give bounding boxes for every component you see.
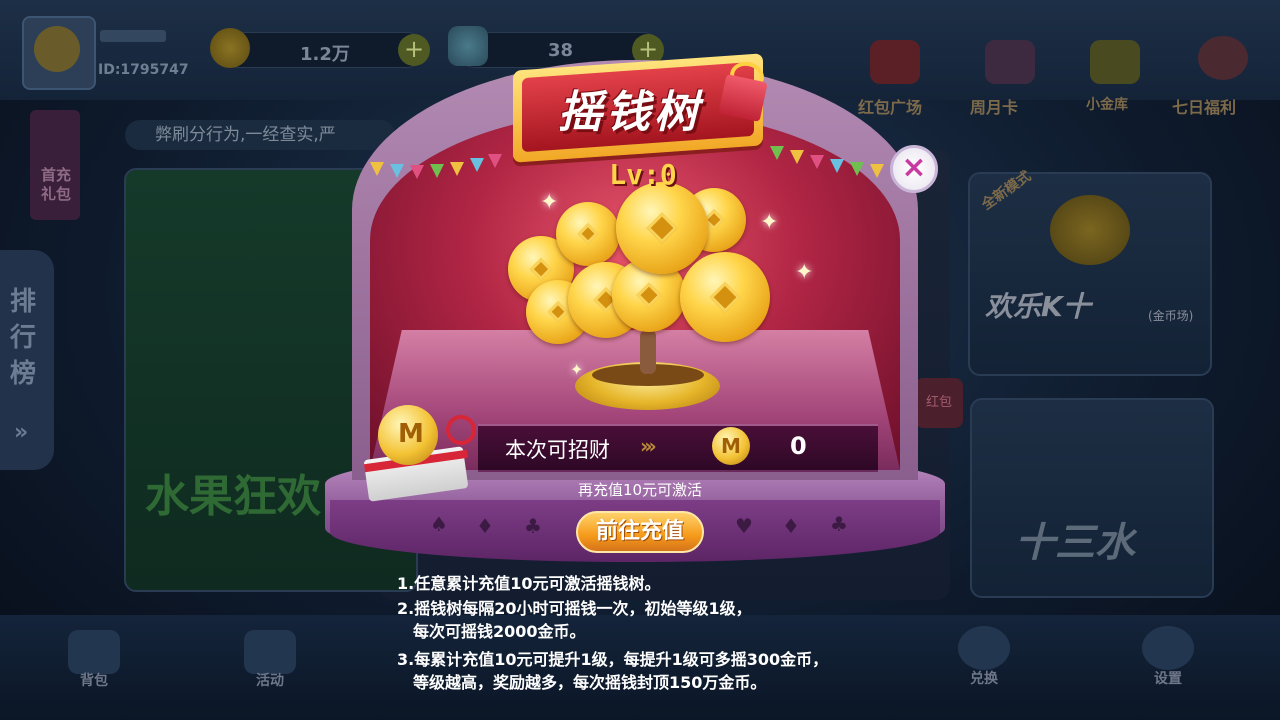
calendar-card-icon	[985, 40, 1035, 84]
fruit-game-title: 水果狂欢	[145, 471, 321, 522]
shisanshui-game-card[interactable]	[970, 398, 1214, 598]
ranking-label: 排行榜	[10, 287, 37, 389]
rule-line: 每次可摇钱2000金币。	[413, 622, 586, 641]
exchange-icon	[958, 626, 1010, 670]
nav-weekly-monthly-card[interactable]: 周月卡	[970, 94, 1018, 118]
arrows-icon: ›››	[640, 434, 657, 458]
activation-hint: 再充值10元可激活	[577, 481, 703, 499]
nav-exchange[interactable]: 兑换	[944, 668, 1024, 688]
activity-gift-icon	[244, 630, 296, 674]
backpack-icon	[68, 630, 120, 674]
hongbao-square-icon	[870, 40, 920, 84]
nav-backpack[interactable]: 背包	[54, 670, 134, 690]
coin-gift-box-icon: M	[360, 405, 476, 502]
sparkle-icon: ✦	[795, 260, 814, 285]
spade-suit-icon: ♠	[430, 512, 448, 536]
nav-activity[interactable]: 活动	[230, 670, 310, 690]
notice-marquee: 弊刷分行为,一经查实,严	[125, 120, 395, 150]
diamond-icon	[448, 26, 488, 66]
rule-line: 1.任意累计充值10元可激活摇钱树。	[397, 574, 661, 593]
rule-line: 3.每累计充值10元可提升1级，每提升1级可多摇300金币，	[397, 649, 829, 669]
close-icon: ×	[901, 150, 927, 185]
balloon-icon	[1198, 36, 1248, 80]
club-suit-icon: ♣	[830, 512, 848, 536]
gear-icon	[1142, 626, 1194, 670]
vault-icon	[1090, 40, 1140, 84]
gold-coin-icon	[616, 182, 708, 274]
rule-line: 等级越高，奖励越多，每次摇钱封顶150万金币。	[413, 673, 767, 692]
diamond-suit-icon: ♦	[476, 514, 494, 538]
nav-seven-day-welfare[interactable]: 七日福利	[1172, 94, 1236, 118]
nav-hongbao-square[interactable]: 红包广场	[858, 94, 922, 118]
coin-balance: 1.2万	[300, 44, 350, 65]
sparkle-icon: ✦	[760, 210, 779, 235]
player-name-placeholder	[100, 30, 166, 42]
gold-coin-icon	[556, 202, 620, 266]
nav-settings[interactable]: 设置	[1128, 668, 1208, 688]
rules-text: 1.任意累计充值10元可激活摇钱树。 2.摇钱树每隔20小时可摇钱一次，初始等级…	[397, 572, 887, 695]
chevron-right-icon: »	[14, 420, 29, 445]
reward-amount: 0	[790, 432, 807, 460]
gold-coin-icon: M	[712, 427, 750, 465]
coin-icon	[210, 28, 250, 68]
sparkle-icon: ✦	[540, 190, 559, 215]
shisanshui-game-title: 十三水	[1015, 520, 1135, 566]
add-coins-button[interactable]: +	[398, 34, 430, 66]
gift-box-icon	[718, 74, 768, 122]
sparkle-icon: ✦	[570, 360, 584, 379]
reward-bar-label: 本次可招财	[505, 438, 610, 462]
club-suit-icon: ♣	[524, 514, 542, 538]
rule-line: 2.摇钱树每隔20小时可摇钱一次，初始等级1级，	[397, 598, 752, 618]
close-button[interactable]: ×	[890, 145, 938, 193]
heart-suit-icon: ♥	[735, 514, 753, 538]
hongbao-tag: 红包	[915, 378, 963, 428]
k10-game-subtitle: (金币场)	[1148, 309, 1194, 323]
tree-trunk	[640, 330, 656, 374]
first-charge-label: 首充礼包	[40, 166, 71, 203]
popup-title: 摇钱树	[558, 87, 702, 138]
diamond-balance: 38	[548, 40, 574, 61]
recharge-button[interactable]: 前往充值	[576, 511, 704, 553]
gold-coin-icon	[680, 252, 770, 342]
tree-level: Lv:0	[609, 158, 677, 191]
k10-game-title: 欢乐K十	[985, 290, 1091, 323]
avatar-image	[34, 26, 80, 72]
coin-stack-icon	[1050, 195, 1130, 265]
player-id: ID:1795747	[98, 62, 189, 78]
diamond-suit-icon: ♦	[782, 514, 800, 538]
nav-small-vault[interactable]: 小金库	[1086, 94, 1128, 114]
